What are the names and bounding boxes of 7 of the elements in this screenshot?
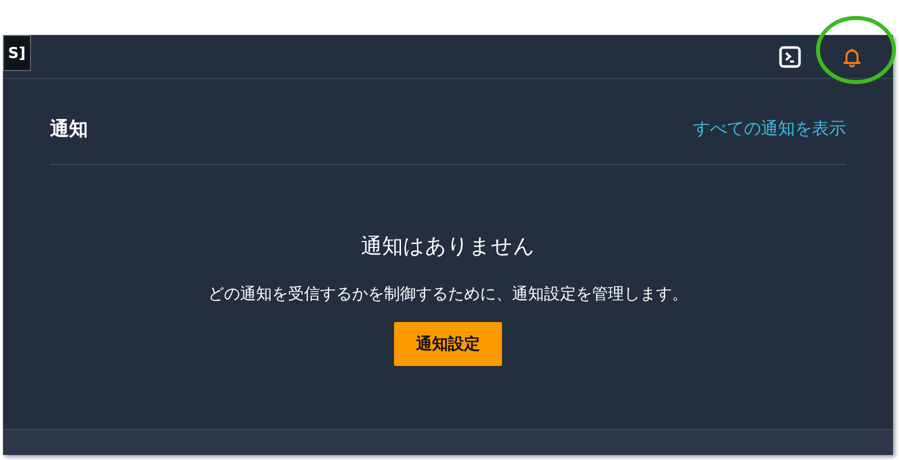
empty-title: 通知はありません [361, 232, 535, 260]
view-all-link[interactable]: すべての通知を表示 [693, 116, 846, 142]
empty-message: どの通知を受信するかを制御するために、通知設定を管理します。 [208, 283, 688, 305]
settings-button[interactable]: 通知設定 [394, 322, 502, 366]
panel-title: 通知 [50, 117, 88, 142]
menu-button[interactable]: S] [3, 35, 31, 71]
terminal-icon[interactable] [779, 46, 801, 68]
